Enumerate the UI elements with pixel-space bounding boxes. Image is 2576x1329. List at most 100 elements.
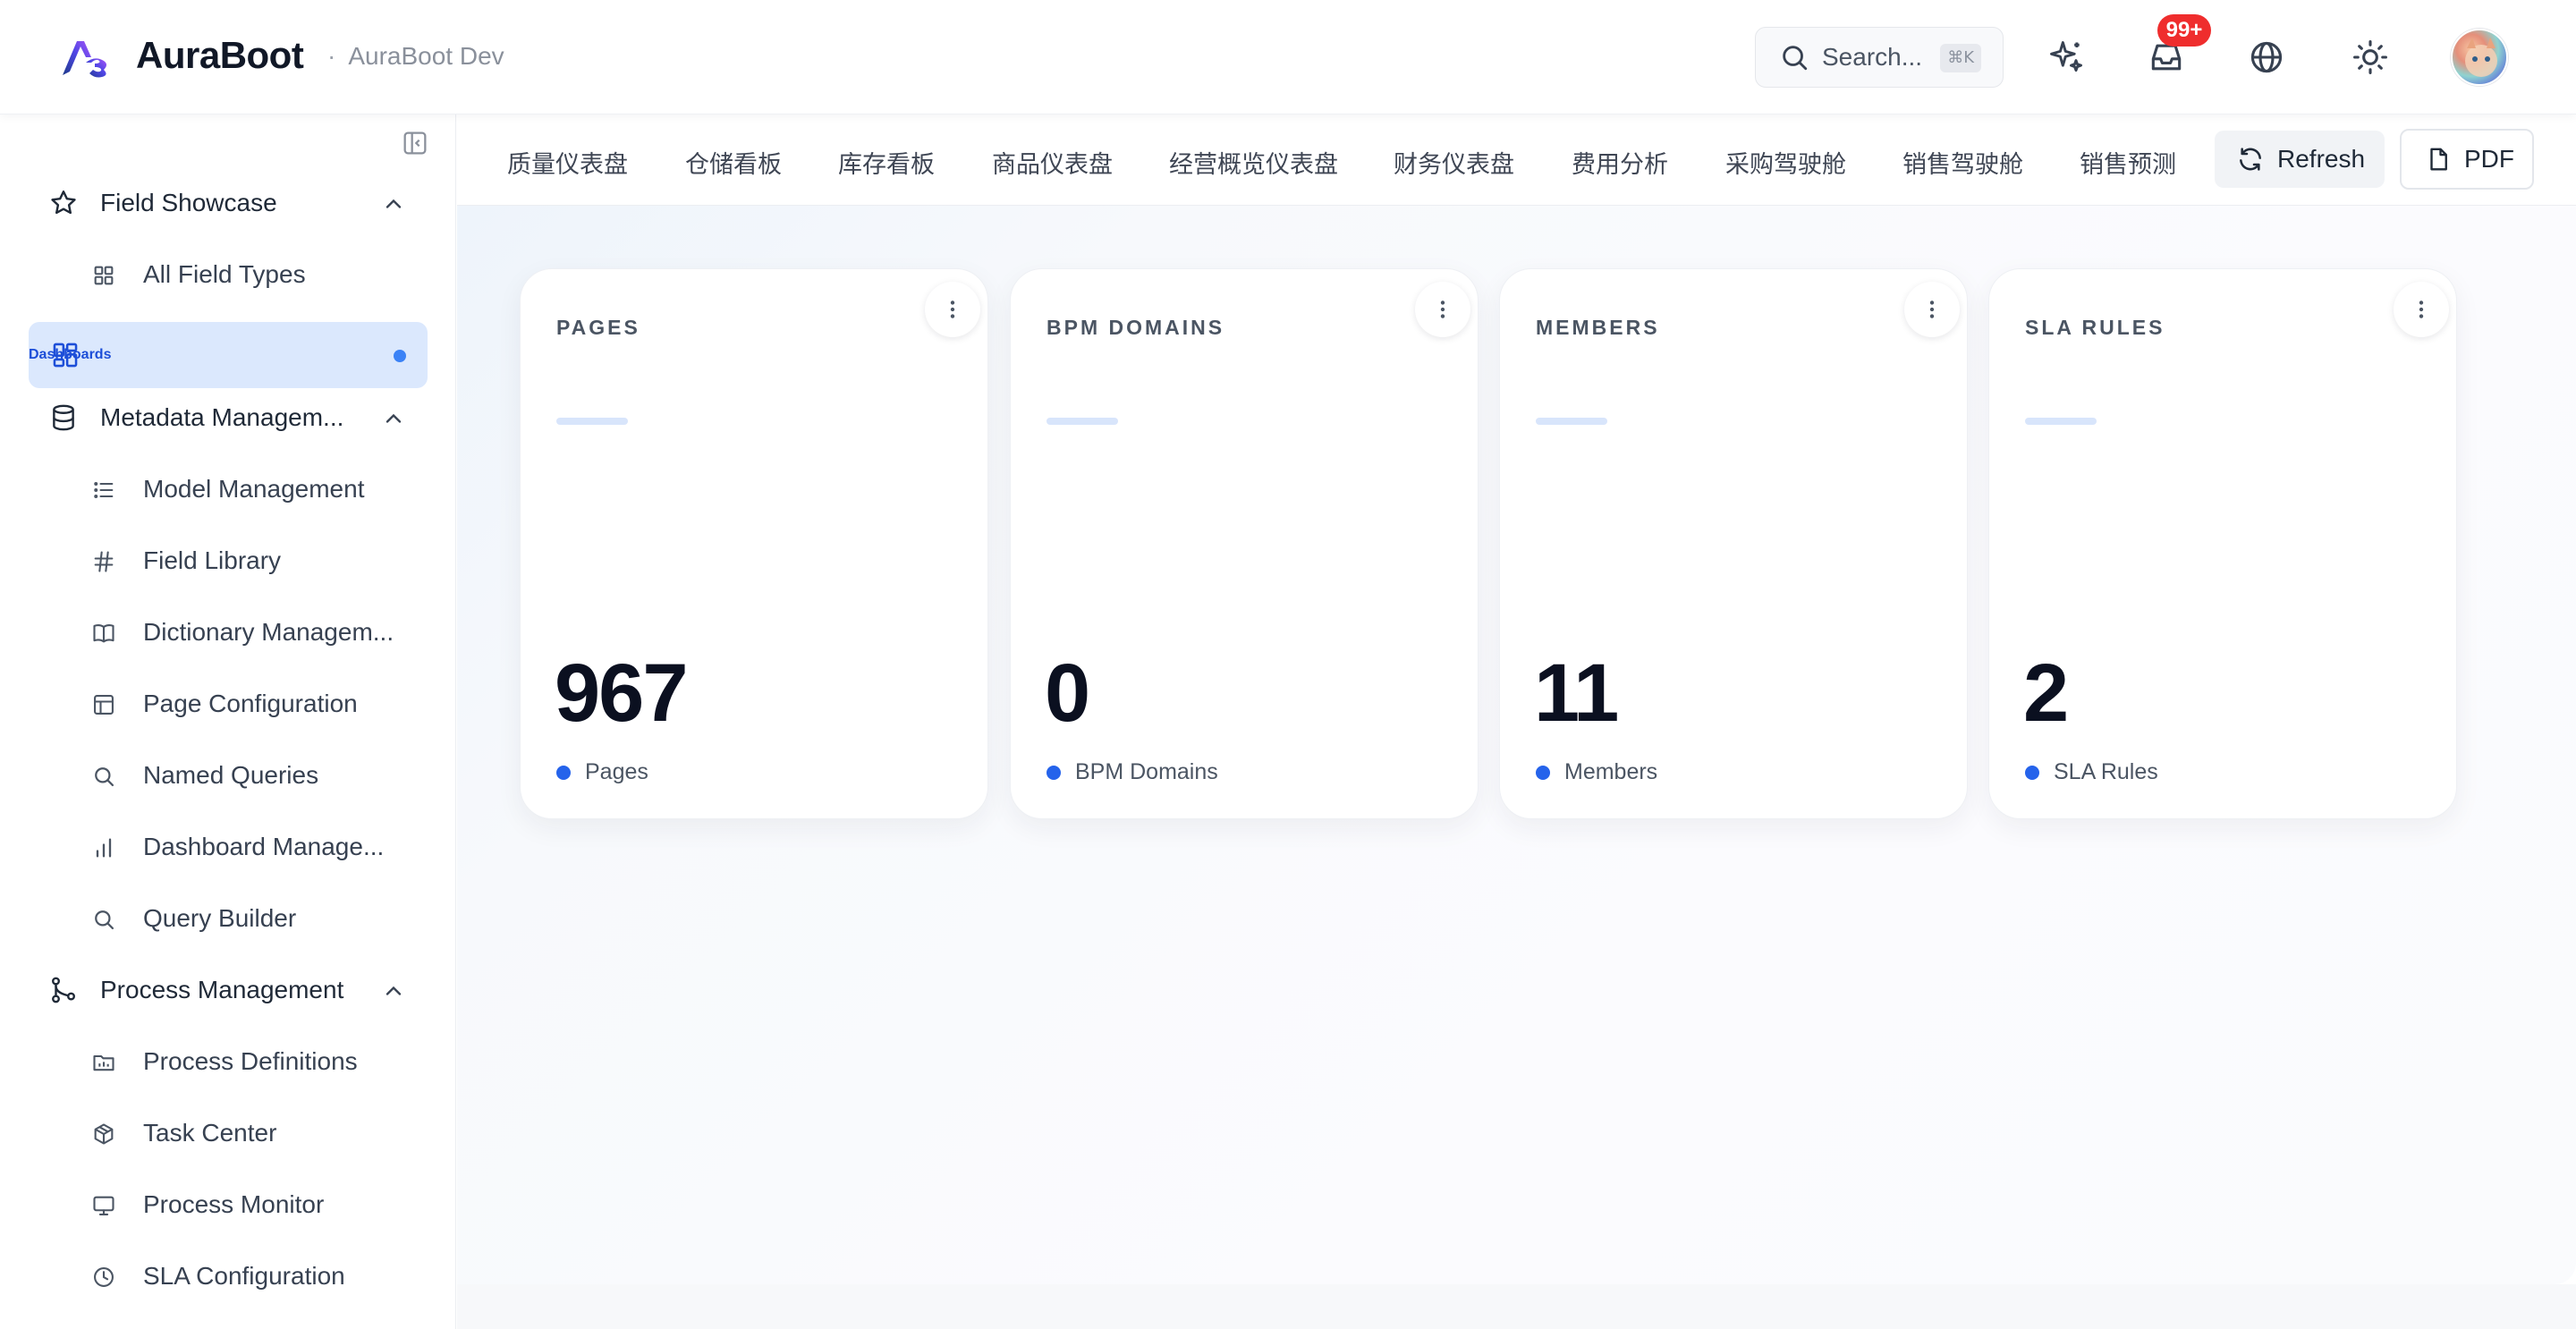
tab-expense-analysis[interactable]: 费用分析 — [1572, 145, 1668, 180]
card-title-underline — [1536, 418, 1607, 425]
tab-product-dashboard[interactable]: 商品仪表盘 — [992, 145, 1113, 180]
sun-icon[interactable] — [2351, 38, 2390, 77]
chevron-up-icon[interactable] — [381, 191, 406, 216]
legend-label: SLA Rules — [2054, 759, 2158, 784]
sidebar-item-named-queries[interactable]: Named Queries — [29, 742, 428, 808]
active-indicator-dot — [394, 350, 406, 362]
notification-badge: 99+ — [2157, 14, 2211, 47]
monitor-icon — [93, 1196, 114, 1215]
sidebar-item-label: Query Builder — [143, 904, 297, 932]
sidebar-item-dictionary-management[interactable]: Dictionary Managem... — [29, 599, 428, 665]
more-vertical-icon — [2419, 301, 2424, 318]
chevron-up-icon[interactable] — [381, 978, 406, 1003]
legend-dot — [556, 765, 571, 780]
sidebar-item-label: All Field Types — [143, 260, 306, 288]
card-menu-button[interactable] — [925, 282, 980, 337]
hash-icon — [94, 551, 114, 572]
tab-finance-dashboard[interactable]: 财务仪表盘 — [1394, 145, 1514, 180]
app-name: AuraBoot — [136, 34, 304, 76]
package-icon — [94, 1123, 114, 1145]
sidebar-item-field-library[interactable]: Field Library — [29, 528, 428, 594]
sidebar-item-label: SLA Configuration — [143, 1262, 345, 1290]
sidebar-item-process-definitions[interactable]: Process Definitions — [29, 1028, 428, 1095]
more-vertical-icon — [1440, 301, 1445, 318]
sidebar-item-label: Named Queries — [143, 761, 319, 789]
collapse-sidebar-icon[interactable] — [401, 129, 429, 157]
chevron-up-icon[interactable] — [381, 406, 406, 431]
sidebar-item-label: Field Library — [143, 546, 282, 574]
grid-icon — [94, 266, 114, 285]
tab-sales-forecast[interactable]: 销售预测 — [2080, 145, 2176, 180]
avatar-image — [2465, 38, 2497, 77]
sidebar-item-model-management[interactable]: Model Management — [29, 456, 428, 522]
card-menu-button[interactable] — [2394, 282, 2449, 337]
stat-card-members: MEMBERS 11 Members — [1499, 268, 1968, 819]
sidebar-item-label: Process Definitions — [143, 1047, 358, 1075]
tab-inventory-board[interactable]: 库存看板 — [838, 145, 935, 180]
refresh-button[interactable]: Refresh — [2215, 131, 2385, 188]
sidebar-item-sla-configuration[interactable]: SLA Configuration — [29, 1243, 428, 1309]
card-legend: BPM Domains — [1046, 759, 1218, 785]
pdf-label: PDF — [2464, 145, 2514, 173]
sidebar-item-label: Task Center — [143, 1119, 277, 1147]
sidebar-item-all-field-types[interactable]: All Field Types — [29, 241, 428, 308]
tab-sales-cockpit[interactable]: 销售驾驶舱 — [1902, 145, 2023, 180]
sidebar-item-label: Process Monitor — [143, 1190, 325, 1218]
tab-warehouse-board[interactable]: 仓储看板 — [685, 145, 782, 180]
globe-icon[interactable] — [2247, 38, 2286, 77]
content-footer-gap — [457, 1284, 2576, 1329]
auraboot-logo-icon[interactable] — [59, 36, 111, 79]
sparkles-icon[interactable] — [2046, 38, 2086, 77]
card-value: 2 — [2023, 648, 2069, 739]
clock-icon — [94, 1267, 114, 1287]
sidebar-item-field-showcase[interactable]: Field Showcase — [29, 170, 428, 236]
tab-procurement-cockpit[interactable]: 采购驾驶舱 — [1725, 145, 1846, 180]
more-vertical-icon — [950, 301, 955, 318]
tab-quality-dashboard[interactable]: 质量仪表盘 — [507, 145, 628, 180]
card-title-underline — [556, 418, 628, 425]
dashboard-content: PAGES 967 Pages BPM DOMAINS 0 BPM Domain… — [457, 206, 2576, 1284]
legend-dot — [1536, 765, 1550, 780]
card-title: MEMBERS — [1536, 316, 1660, 339]
sidebar-item-label: Dashboard Manage... — [143, 833, 385, 860]
star-icon — [51, 190, 76, 215]
refresh-icon — [2240, 148, 2261, 171]
pdf-export-button[interactable]: PDF — [2400, 129, 2534, 190]
card-menu-button[interactable] — [1904, 282, 1960, 337]
legend-dot — [1046, 765, 1061, 780]
env-separator: · — [327, 42, 336, 70]
environment-name: AuraBoot Dev — [348, 42, 504, 70]
legend-label: Pages — [585, 759, 648, 784]
sidebar-item-page-configuration[interactable]: Page Configuration — [29, 671, 428, 737]
sidebar-item-task-center[interactable]: Task Center — [29, 1100, 428, 1166]
stat-card-sla-rules: SLA RULES 2 SLA Rules — [1988, 268, 2457, 819]
legend-label: Members — [1564, 759, 1658, 784]
sidebar-item-label: Metadata Managem... — [100, 403, 344, 431]
search-shortcut: ⌘K — [1940, 44, 1981, 72]
sidebar-item-dashboard-management[interactable]: Dashboard Manage... — [29, 814, 428, 880]
card-menu-button[interactable] — [1415, 282, 1470, 337]
stat-card-pages: PAGES 967 Pages — [520, 268, 988, 819]
list-icon — [94, 482, 114, 498]
sidebar-item-query-builder[interactable]: Query Builder — [29, 885, 428, 952]
card-legend: Members — [1536, 759, 1657, 785]
sidebar-item-label: Page Configuration — [143, 690, 358, 717]
sidebar-item-process-management[interactable]: Process Management — [29, 957, 428, 1023]
sidebar-item-dashboards[interactable]: Dashboards — [29, 322, 428, 388]
search-input[interactable]: Search... ⌘K — [1755, 27, 2004, 88]
sidebar-item-label: Dictionary Managem... — [143, 618, 394, 646]
sidebar-item-process-monitor[interactable]: Process Monitor — [29, 1172, 428, 1238]
search-icon — [95, 767, 114, 787]
sidebar-item-label: Field Showcase — [100, 189, 277, 216]
sidebar-item-metadata-management[interactable]: Metadata Managem... — [29, 385, 428, 451]
user-avatar[interactable] — [2451, 29, 2508, 86]
stat-card-bpm-domains: BPM DOMAINS 0 BPM Domains — [1010, 268, 1479, 819]
git-branch-icon — [52, 977, 75, 1003]
card-legend: Pages — [556, 759, 648, 785]
card-title: SLA RULES — [2025, 316, 2165, 339]
bar-chart-icon — [96, 838, 112, 858]
book-icon — [93, 624, 114, 643]
more-vertical-icon — [1929, 301, 1935, 318]
tab-business-overview[interactable]: 经营概览仪表盘 — [1169, 145, 1338, 180]
card-value: 11 — [1534, 648, 1619, 739]
